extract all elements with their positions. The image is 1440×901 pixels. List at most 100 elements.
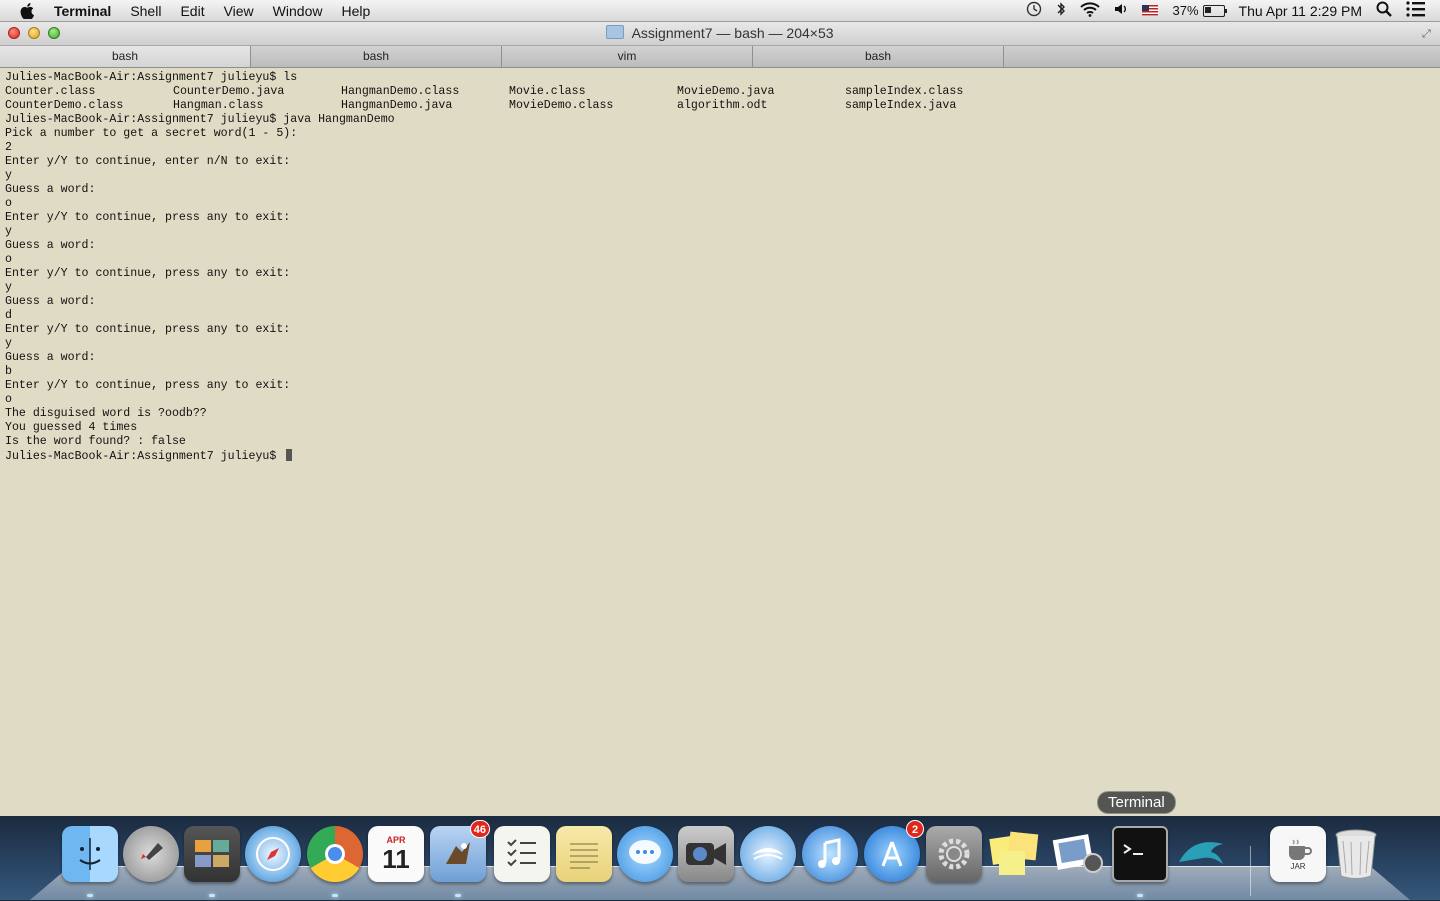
terminal-lines: Julies-MacBook-Air:Assignment7 julieyu$ …	[5, 113, 1435, 449]
ls-file: Movie.class	[509, 85, 586, 98]
menu-shell[interactable]: Shell	[130, 3, 161, 19]
openoffice-icon[interactable]	[740, 826, 796, 882]
mysql-workbench-icon[interactable]	[1174, 826, 1230, 882]
chrome-icon[interactable]	[307, 826, 363, 882]
iphoto-icon[interactable]	[1050, 826, 1106, 882]
wifi-icon[interactable]	[1080, 1, 1101, 20]
notification-center-icon[interactable]	[1406, 1, 1426, 20]
input-source-flag-icon[interactable]	[1142, 5, 1159, 16]
terminal-line: Enter y/Y to continue, press any to exit…	[5, 379, 291, 392]
terminal-prompt-line: Julies-MacBook-Air:Assignment7 julieyu$	[5, 449, 1435, 463]
ls-file: Hangman.class	[173, 99, 264, 112]
menu-view[interactable]: View	[224, 3, 254, 19]
folder-icon	[606, 25, 625, 39]
terminal-line: o	[5, 393, 12, 406]
bluetooth-icon[interactable]	[1056, 1, 1066, 20]
trash-icon[interactable]	[1328, 826, 1384, 882]
terminal-line: y	[5, 169, 12, 182]
spotlight-icon[interactable]	[1376, 1, 1392, 20]
launchpad-icon[interactable]	[123, 826, 179, 882]
battery-icon[interactable]	[1202, 4, 1227, 17]
terminal-line: Pick a number to get a secret word(1 - 5…	[5, 127, 298, 140]
ls-file: CounterDemo.java	[173, 85, 285, 98]
terminal-line: o	[5, 197, 12, 210]
messages-icon[interactable]	[617, 826, 673, 882]
terminal-line: Julies-MacBook-Air:Assignment7 julieyu$ …	[5, 113, 395, 126]
running-indicator	[1137, 894, 1143, 897]
terminal-line: Enter y/Y to continue, press any to exit…	[5, 211, 291, 224]
battery-percent[interactable]: 37%	[1172, 3, 1198, 18]
menu-edit[interactable]: Edit	[180, 3, 204, 19]
terminal-line: You guessed 4 times	[5, 421, 138, 434]
facetime-icon[interactable]	[678, 826, 734, 882]
app-store-badge: 2	[906, 820, 924, 838]
stickies-icon[interactable]	[988, 826, 1044, 882]
finder-icon[interactable]	[62, 826, 118, 882]
ls-file: sampleIndex.class	[845, 85, 964, 98]
terminal-line: b	[5, 365, 12, 378]
tab-vim[interactable]: vim	[502, 46, 753, 67]
volume-icon[interactable]	[1114, 2, 1128, 19]
running-indicator	[455, 894, 461, 897]
menu-window[interactable]: Window	[273, 3, 323, 19]
running-indicator	[332, 894, 338, 897]
ls-file: HangmanDemo.class	[341, 85, 460, 98]
terminal-line: 2	[5, 141, 12, 154]
itunes-icon[interactable]	[802, 826, 858, 882]
jar-label: JAR	[1290, 861, 1306, 871]
terminal-icon[interactable]	[1112, 826, 1168, 882]
menu-bar: Terminal Shell Edit View Window Help 37%…	[0, 0, 1440, 22]
mail-icon[interactable]: 46	[430, 820, 490, 882]
reminders-icon[interactable]	[494, 826, 550, 882]
mail-badge: 46	[469, 820, 490, 838]
photo-browser-icon[interactable]	[184, 826, 240, 882]
system-preferences-icon[interactable]	[926, 826, 982, 882]
terminal-window: Assignment7 — bash — 204×53 ⤢ bash bash …	[0, 22, 1440, 816]
menu-help[interactable]: Help	[341, 3, 370, 19]
ls-file: sampleIndex.java	[845, 99, 957, 112]
safari-icon[interactable]	[245, 826, 301, 882]
app-store-icon[interactable]: 2	[864, 820, 924, 882]
terminal-line: Enter y/Y to continue, press any to exit…	[5, 267, 291, 280]
terminal-line: y	[5, 281, 12, 294]
terminal-line: Enter y/Y to continue, press any to exit…	[5, 323, 291, 336]
terminal-line: Enter y/Y to continue, enter n/N to exit…	[5, 155, 291, 168]
tab-bash-2[interactable]: bash	[251, 46, 502, 67]
calendar-icon[interactable]: APR 11	[368, 826, 424, 882]
window-titlebar[interactable]: Assignment7 — bash — 204×53 ⤢	[0, 22, 1440, 46]
ls-file: MovieDemo.class	[509, 99, 614, 112]
running-indicator	[209, 894, 215, 897]
ls-file: MovieDemo.java	[677, 85, 775, 98]
ls-row: CounterDemo.class Hangman.class HangmanD…	[5, 99, 1435, 113]
window-title: Assignment7 — bash — 204×53	[631, 25, 834, 41]
tab-bash-3[interactable]: bash	[753, 46, 1004, 67]
time-machine-icon[interactable]	[1026, 1, 1042, 20]
tab-bar-empty	[1004, 46, 1440, 67]
tab-bash-1[interactable]: bash	[0, 46, 251, 67]
terminal-line: Guess a word:	[5, 183, 96, 196]
terminal-line: Guess a word:	[5, 239, 96, 252]
ls-file: CounterDemo.class	[5, 99, 124, 112]
calendar-day: 11	[382, 844, 410, 874]
terminal-line: y	[5, 225, 12, 238]
terminal-output[interactable]: Julies-MacBook-Air:Assignment7 julieyu$ …	[0, 68, 1440, 466]
clock[interactable]: Thu Apr 11 2:29 PM	[1239, 3, 1362, 19]
terminal-line: Guess a word:	[5, 295, 96, 308]
terminal-cursor	[286, 449, 293, 461]
terminal-line: d	[5, 309, 12, 322]
jar-file-icon[interactable]: JAR	[1270, 826, 1326, 882]
menu-app-name[interactable]: Terminal	[54, 3, 111, 19]
terminal-line: Is the word found? : false	[5, 435, 186, 448]
apple-menu-icon[interactable]	[18, 2, 36, 19]
terminal-line: o	[5, 253, 12, 266]
status-area: 37% Thu Apr 11 2:29 PM	[1026, 0, 1440, 21]
fullscreen-icon[interactable]: ⤢	[1422, 28, 1434, 40]
terminal-line: y	[5, 337, 12, 350]
dock-tooltip: Terminal	[1097, 791, 1176, 814]
terminal-line: Julies-MacBook-Air:Assignment7 julieyu$ …	[5, 71, 298, 84]
dock: APR 11 46 2 JAR	[0, 816, 1440, 900]
ls-row: Counter.class CounterDemo.java HangmanDe…	[5, 85, 1435, 99]
notes-icon[interactable]	[556, 826, 612, 882]
terminal-line: The disguised word is ?oodb??	[5, 407, 207, 420]
terminal-line: Guess a word:	[5, 351, 96, 364]
